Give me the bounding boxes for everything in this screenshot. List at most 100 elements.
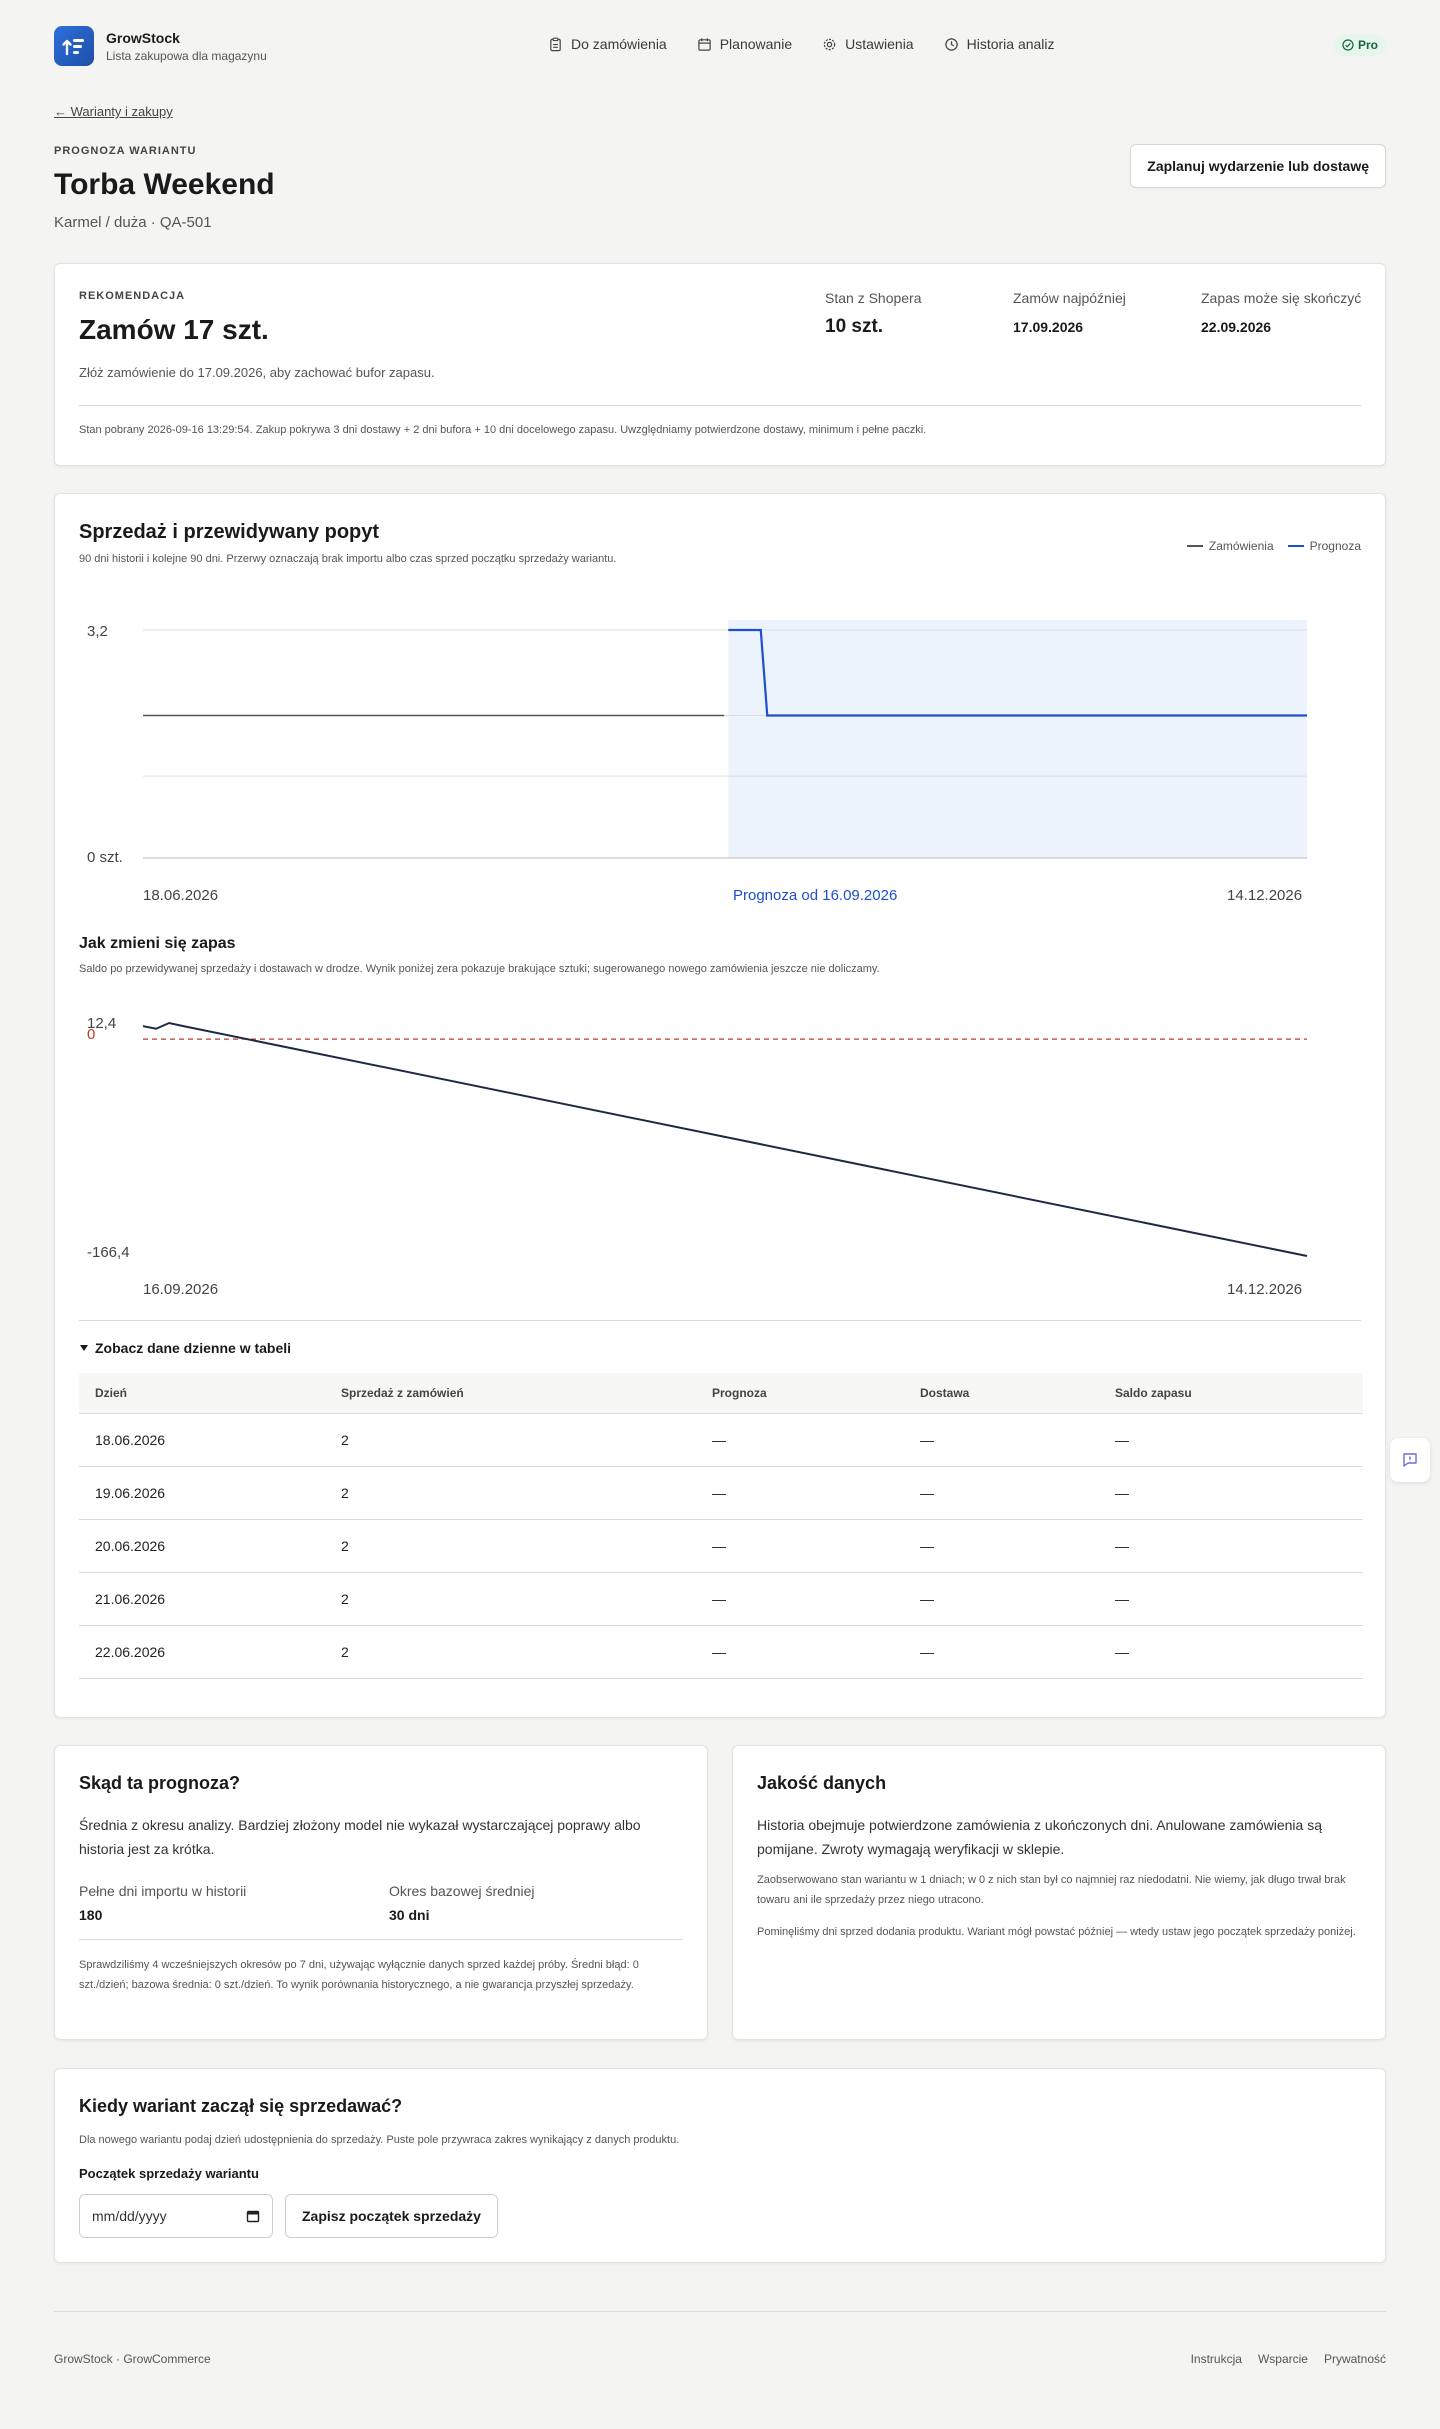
recommendation-footnote: Stan pobrany 2026-09-16 13:29:54. Zakup … (79, 424, 927, 436)
footer-copyright: GrowStock · GrowCommerce (54, 2352, 211, 2366)
triangle-down-icon (80, 1345, 88, 1351)
table-cell: 18.06.2026 (79, 1413, 325, 1467)
quality-card-text: Historia obejmuje potwierdzone zamówieni… (757, 1817, 1322, 1857)
table-cell: — (1099, 1466, 1363, 1520)
feedback-button[interactable] (1390, 1438, 1430, 1482)
footer-link-support[interactable]: Wsparcie (1258, 2352, 1308, 2366)
table-cell: 2 (325, 1625, 696, 1679)
brand-name: GrowStock (106, 29, 180, 46)
kv-value: 30 dni (389, 1907, 430, 1923)
nav-item-settings[interactable]: Ustawienia (822, 36, 914, 52)
nav-label: Do zamówienia (571, 36, 667, 52)
stat-order-by: Zamów najpóźniej 17.09.2026 (1013, 290, 1126, 335)
daily-table-toggle-label: Zobacz dane dzienne w tabeli (95, 1340, 292, 1356)
page: GrowStock Lista zakupowa dla magazynu Do… (54, 0, 1386, 2366)
nav-label: Historia analiz (966, 36, 1055, 52)
table-cell: 20.06.2026 (79, 1519, 325, 1573)
stat-value: 17.09.2026 (1013, 319, 1084, 335)
brand[interactable]: GrowStock Lista zakupowa dla magazynu (54, 26, 267, 66)
brand-tagline: Lista zakupowa dla magazynu (106, 48, 267, 63)
column-header: Dzień (79, 1373, 325, 1414)
gear-icon (823, 38, 836, 50)
table-cell: — (904, 1572, 1099, 1626)
table-cell: — (1099, 1519, 1363, 1573)
table-cell: — (696, 1466, 904, 1520)
date-placeholder: mm/dd/yyyy (92, 2208, 167, 2224)
nav-label: Ustawienia (845, 36, 914, 52)
table-row: 20.06.2026 2— — — (79, 1519, 1363, 1573)
sale-start-subtitle: Dla nowego wariantu podaj dzień udostępn… (79, 2134, 680, 2146)
table-cell: — (904, 1625, 1099, 1679)
table-cell: — (1099, 1572, 1363, 1626)
daily-table: Dzień Sprzedaż z zamówień Prognoza Dosta… (79, 1373, 1363, 1679)
stat-value: 10 szt. (825, 316, 884, 337)
nav-item-history[interactable]: Historia analiz (944, 36, 1055, 52)
clipboard-icon (550, 37, 561, 51)
quality-card-title: Jakość danych (757, 1773, 887, 1793)
sales-chart-card: Sprzedaż i przewidywany popyt 90 dni his… (54, 493, 1386, 1718)
logo-icon (54, 26, 94, 66)
y-zero-label: 0 (87, 1026, 95, 1043)
y-tick-label: -166,4 (87, 1244, 130, 1261)
calendar-icon (697, 37, 711, 51)
source-card-text: Średnia z okresu analizy. Bardziej złożo… (79, 1817, 641, 1857)
plan-badge: Pro (1333, 34, 1386, 56)
table-row: 18.06.2026 2— — — (79, 1413, 1363, 1467)
page-subtitle: Karmel / duża · QA-501 (54, 214, 212, 231)
divider (79, 1939, 683, 1940)
x-tick-label: 16.09.2026 (143, 1281, 218, 1298)
table-cell: — (1099, 1625, 1363, 1679)
sale-start-date-input[interactable]: mm/dd/yyyy (79, 2194, 273, 2238)
table-row: 21.06.2026 2— — — (79, 1572, 1363, 1626)
sale-start-title: Kiedy wariant zaczął się sprzedawać? (79, 2096, 403, 2116)
quality-card-note: Zaobserwowano stan wariantu w 1 dniach; … (757, 1874, 1346, 1906)
recommendation-note: Złóż zamówienie do 17.09.2026, aby zacho… (79, 365, 435, 380)
source-card-note: Sprawdziliśmy 4 wcześniejszych okresów p… (79, 1959, 639, 1991)
baseline-period: Okres bazowej średniej 30 dni (389, 1883, 535, 1923)
data-quality-card: Jakość danych Historia obejmuje potwierd… (732, 1745, 1386, 2040)
stat-stockout-date: Zapas może się skończyć 22.09.2026 (1201, 290, 1361, 335)
back-link[interactable]: ← Warianty i zakupy (54, 104, 173, 119)
footer-links: Instrukcja Wsparcie Prywatność (1191, 2352, 1386, 2366)
forecast-source-card: Skąd ta prognoza? Średnia z okresu anali… (54, 1745, 708, 2040)
table-cell: — (1099, 1413, 1363, 1467)
stock-balance-line (142, 1021, 1308, 1257)
recommendation-value: Zamów 17 szt. (79, 314, 269, 345)
footer-link-privacy[interactable]: Prywatność (1324, 2352, 1386, 2366)
divider (79, 405, 1361, 406)
stat-label: Stan z Shopera (825, 290, 922, 306)
table-cell: — (696, 1413, 904, 1467)
table-cell: — (904, 1519, 1099, 1573)
divider (79, 1320, 1361, 1321)
nav-label: Planowanie (719, 36, 793, 52)
clock-icon (944, 37, 958, 51)
table-cell: 22.06.2026 (79, 1625, 325, 1679)
column-header: Saldo zapasu (1099, 1373, 1363, 1414)
nav-item-planning[interactable]: Planowanie (697, 36, 792, 52)
calendar-icon[interactable] (246, 2209, 260, 2223)
stat-label: Zamów najpóźniej (1013, 290, 1126, 306)
table-cell: 2 (325, 1466, 696, 1520)
table-cell: — (904, 1466, 1099, 1520)
source-card-title: Skąd ta prognoza? (79, 1773, 241, 1793)
save-sale-start-button[interactable]: Zapisz początek sprzedaży (285, 2194, 498, 2238)
feedback-icon (1403, 1453, 1417, 1467)
table-cell: — (696, 1519, 904, 1573)
table-cell: — (904, 1413, 1099, 1467)
stock-chart: 12,4 0 -166,4 16.09.2026 14.12.2026 (87, 1015, 1308, 1298)
table-cell: 2 (325, 1413, 696, 1467)
table-row: 19.06.2026 2— — — (79, 1466, 1363, 1520)
page-eyebrow: PROGNOZA WARIANTU (54, 145, 197, 157)
page-title: Torba Weekend (54, 168, 275, 201)
main-nav: Do zamówienia Planowanie Ustawienia Hist… (548, 36, 1055, 52)
recommendation-eyebrow: REKOMENDACJA (79, 290, 186, 302)
schedule-event-button[interactable]: Zaplanuj wydarzenie lub dostawę (1130, 144, 1386, 188)
check-circle-icon (1342, 39, 1354, 51)
footer-link-guide[interactable]: Instrukcja (1191, 2352, 1242, 2366)
table-header-row: Dzień Sprzedaż z zamówień Prognoza Dosta… (79, 1373, 1363, 1414)
recommendation-card: REKOMENDACJA Zamów 17 szt. Złóż zamówien… (54, 263, 1386, 466)
nav-item-to-order[interactable]: Do zamówienia (548, 36, 667, 52)
table-cell: — (696, 1572, 904, 1626)
stat-shoper-stock: Stan z Shopera 10 szt. (825, 290, 922, 338)
daily-table-toggle[interactable]: Zobacz dane dzienne w tabeli (79, 1340, 291, 1356)
